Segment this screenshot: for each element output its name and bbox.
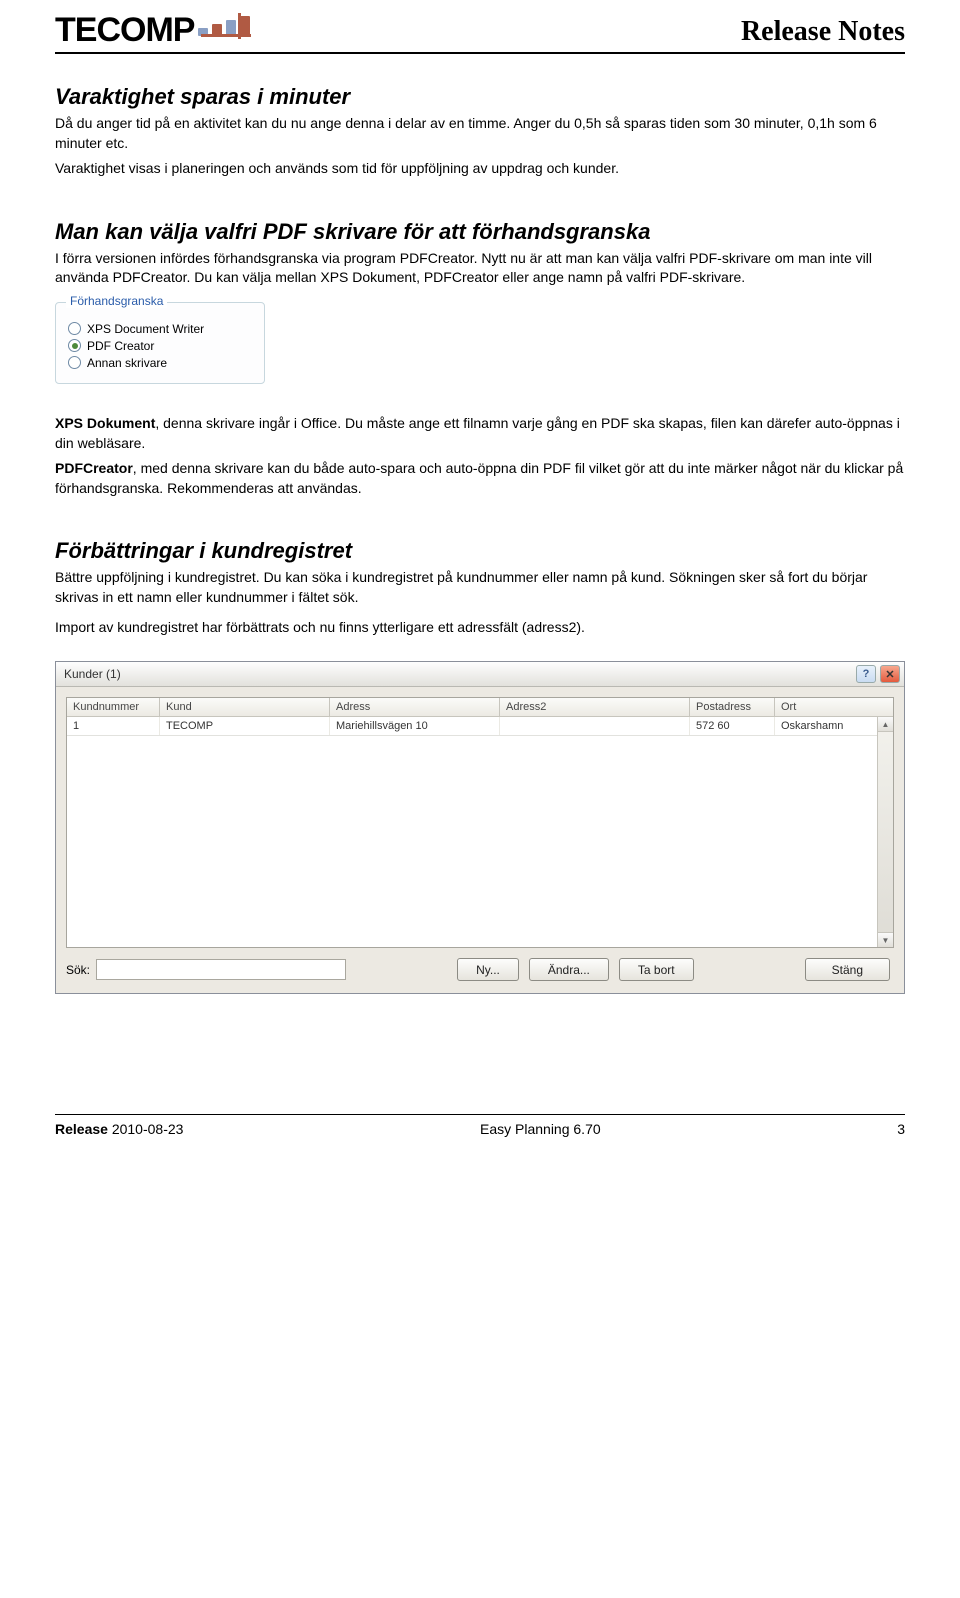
preview-legend: Förhandsgranska	[66, 294, 167, 308]
tabort-button[interactable]: Ta bort	[619, 958, 694, 981]
section2-heading: Man kan välja valfri PDF skrivare för at…	[55, 219, 905, 245]
grid-body[interactable]: 1 TECOMP Mariehillsvägen 10 572 60 Oskar…	[67, 717, 893, 947]
customer-grid: Kundnummer Kund Adress Adress2 Postadres…	[66, 697, 894, 948]
section1-heading: Varaktighet sparas i minuter	[55, 84, 905, 110]
section3-p1: Bättre uppföljning i kundregistret. Du k…	[55, 568, 905, 607]
logo-pictogram	[198, 10, 278, 50]
col-ort[interactable]: Ort	[775, 698, 893, 716]
grid-header: Kundnummer Kund Adress Adress2 Postadres…	[67, 698, 893, 717]
preview-groupbox: Förhandsgranska XPS Document Writer PDF …	[55, 302, 265, 384]
radio-label: Annan skrivare	[87, 356, 167, 370]
section3-heading: Förbättringar i kundregistret	[55, 538, 905, 564]
xps-text: , denna skrivare ingår i Office. Du måst…	[55, 415, 900, 451]
footer-page-number: 3	[897, 1121, 905, 1137]
section2-p1: I förra versionen infördes förhandsgrans…	[55, 249, 905, 288]
ny-button[interactable]: Ny...	[457, 958, 519, 981]
radio-icon	[68, 356, 81, 369]
footer-left: Release 2010-08-23	[55, 1121, 183, 1137]
help-button[interactable]: ?	[856, 665, 876, 683]
kunder-window: Kunder (1) ? ✕ Kundnummer Kund Adress Ad…	[55, 661, 905, 994]
logo-text: TECOMP	[55, 11, 194, 50]
col-adress[interactable]: Adress	[330, 698, 500, 716]
close-button[interactable]: ✕	[880, 665, 900, 683]
window-titlebar: Kunder (1) ? ✕	[56, 662, 904, 687]
cell-kund: TECOMP	[160, 717, 330, 735]
pdfcreator-text: , med denna skrivare kan du både auto-sp…	[55, 460, 903, 496]
radio-icon	[68, 322, 81, 335]
col-kundnummer[interactable]: Kundnummer	[67, 698, 160, 716]
pdfcreator-label: PDFCreator	[55, 460, 133, 476]
cell-adress: Mariehillsvägen 10	[330, 717, 500, 735]
radio-icon	[68, 339, 81, 352]
xps-paragraph: XPS Dokument, denna skrivare ingår i Off…	[55, 414, 905, 453]
andra-button[interactable]: Ändra...	[529, 958, 609, 981]
section3-p2: Import av kundregistret har förbättrats …	[55, 618, 905, 638]
page-footer: Release 2010-08-23 Easy Planning 6.70 3	[55, 1114, 905, 1137]
table-row[interactable]: 1 TECOMP Mariehillsvägen 10 572 60 Oskar…	[67, 717, 893, 736]
col-postadress[interactable]: Postadress	[690, 698, 775, 716]
close-icon: ✕	[885, 668, 894, 681]
page-header: TECOMP Release Notes	[55, 0, 905, 54]
document-title: Release Notes	[741, 16, 905, 48]
grid-scrollbar[interactable]: ▲ ▼	[877, 717, 893, 947]
cell-postadress: 572 60	[690, 717, 775, 735]
logo: TECOMP	[55, 10, 278, 50]
col-adress2[interactable]: Adress2	[500, 698, 690, 716]
cell-adress2	[500, 717, 690, 735]
window-title: Kunder (1)	[64, 667, 121, 681]
cell-ort: Oskarshamn	[775, 717, 893, 735]
radio-pdfcreator[interactable]: PDF Creator	[68, 339, 252, 353]
cell-kundnummer: 1	[67, 717, 160, 735]
col-kund[interactable]: Kund	[160, 698, 330, 716]
search-input[interactable]	[96, 959, 346, 980]
search-label: Sök:	[66, 963, 90, 977]
stang-button[interactable]: Stäng	[805, 958, 890, 981]
section1-p1: Då du anger tid på en aktivitet kan du n…	[55, 114, 905, 153]
xps-label: XPS Dokument	[55, 415, 155, 431]
section1-p2: Varaktighet visas i planeringen och anvä…	[55, 159, 905, 179]
window-bottombar: Sök: Ny... Ändra... Ta bort Stäng	[66, 948, 894, 983]
footer-release-label: Release	[55, 1121, 108, 1137]
scroll-up-icon[interactable]: ▲	[878, 717, 893, 732]
radio-xps[interactable]: XPS Document Writer	[68, 322, 252, 336]
scroll-down-icon[interactable]: ▼	[878, 932, 893, 947]
radio-label: PDF Creator	[87, 339, 154, 353]
radio-annan[interactable]: Annan skrivare	[68, 356, 252, 370]
footer-date: 2010-08-23	[108, 1121, 184, 1137]
pdfcreator-paragraph: PDFCreator, med denna skrivare kan du bå…	[55, 459, 905, 498]
footer-center: Easy Planning 6.70	[480, 1121, 601, 1137]
radio-label: XPS Document Writer	[87, 322, 204, 336]
